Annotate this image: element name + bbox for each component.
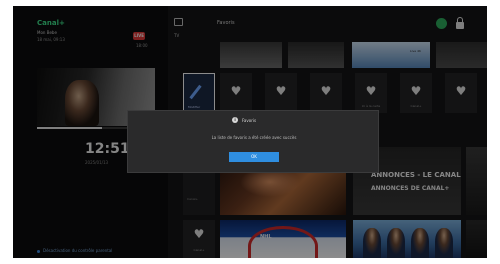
confirmation-dialog: i Favoris La liste de favoris a été créé… — [127, 110, 379, 173]
ok-button[interactable]: OK — [229, 152, 279, 162]
dialog-message: La liste de favoris a été créée avec suc… — [211, 135, 297, 140]
dialog-title: Favoris — [242, 118, 257, 123]
tv-screen: Canal+ Mon Bebe 18 mai, 09:13 LIVE 18:00… — [13, 6, 487, 258]
info-icon: i — [232, 117, 238, 123]
